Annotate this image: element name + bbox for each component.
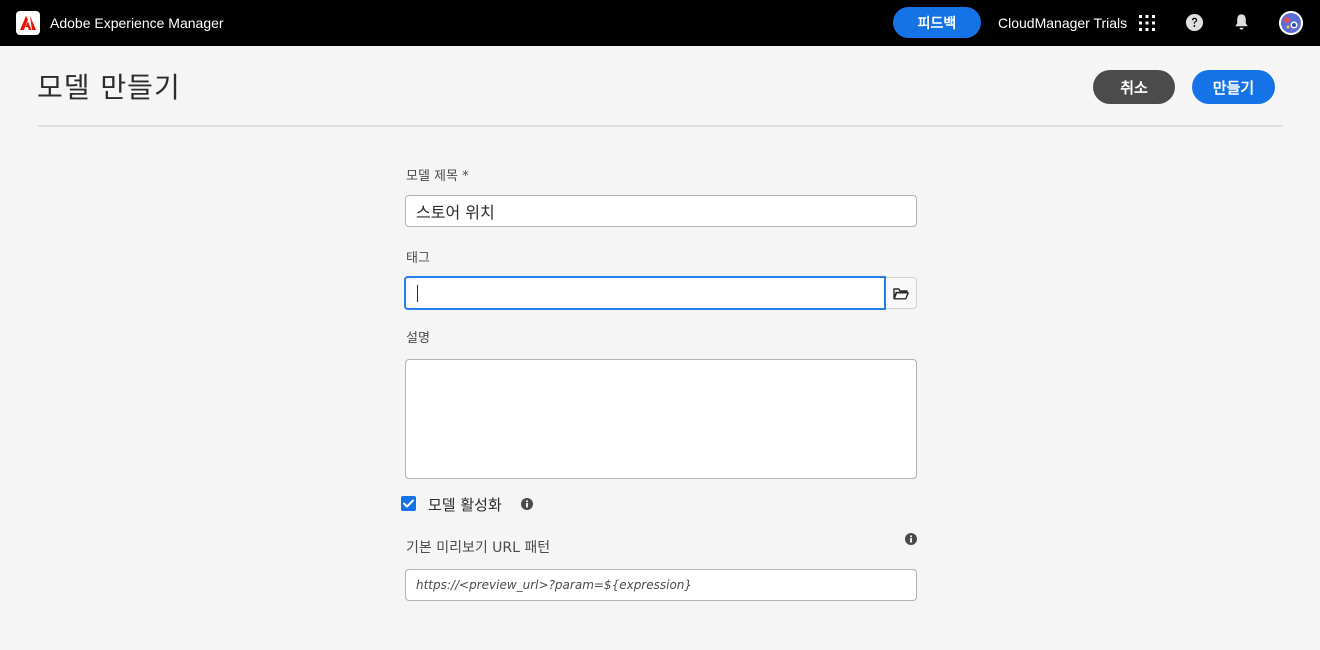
preview-url-label: 기본 미리보기 URL 패턴 xyxy=(406,540,551,556)
checkmark-icon xyxy=(403,499,414,508)
feedback-button[interactable]: 피드백 xyxy=(893,7,981,38)
enable-model-label[interactable]: 모델 활성화 xyxy=(428,496,502,514)
header-divider xyxy=(38,125,1283,127)
tags-picker-button[interactable] xyxy=(886,277,917,309)
tags-input[interactable] xyxy=(404,276,886,310)
create-button[interactable]: 만들기 xyxy=(1192,70,1275,104)
help-icon[interactable] xyxy=(1185,13,1204,32)
model-title-label: 모델 제목 * xyxy=(406,169,469,184)
text-caret xyxy=(417,285,418,302)
preview-url-input[interactable] xyxy=(405,569,917,601)
enable-model-checkbox[interactable] xyxy=(401,496,416,511)
info-icon[interactable] xyxy=(905,533,917,545)
apps-grid-icon[interactable] xyxy=(1138,14,1156,32)
description-textarea[interactable] xyxy=(405,359,917,479)
app-title[interactable]: Adobe Experience Manager xyxy=(50,14,224,32)
folder-open-icon xyxy=(893,287,909,299)
info-icon[interactable] xyxy=(521,498,533,510)
adobe-logo-icon[interactable] xyxy=(16,11,40,35)
model-title-input[interactable] xyxy=(405,195,917,227)
cancel-button[interactable]: 취소 xyxy=(1093,70,1175,104)
description-label: 설명 xyxy=(406,331,430,346)
bell-icon[interactable] xyxy=(1232,12,1251,32)
org-switcher[interactable]: CloudManager Trials xyxy=(998,14,1127,32)
tags-label: 태그 xyxy=(406,251,430,266)
page-title: 모델 만들기 xyxy=(37,71,181,104)
top-bar: Adobe Experience Manager 피드백 CloudManage… xyxy=(0,0,1320,46)
avatar[interactable] xyxy=(1279,11,1303,35)
